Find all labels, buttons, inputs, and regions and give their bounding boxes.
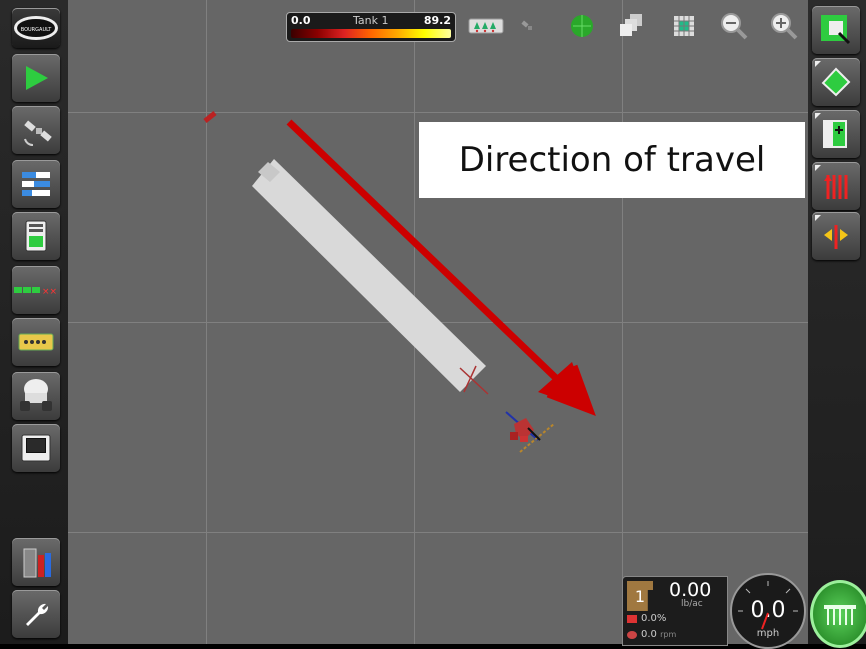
field-add-icon[interactable] — [812, 110, 860, 158]
start-marker — [203, 111, 217, 123]
application-rate-unit: lb/ac — [681, 599, 703, 609]
rpm-icon — [627, 631, 637, 639]
tank-level-gauge[interactable]: 0.0 Tank 1 89.2 — [286, 12, 456, 42]
bourgault-logo-icon[interactable]: BOURGAULT — [12, 8, 60, 48]
expand-corner-icon — [815, 215, 821, 221]
rpm-value: 0.0 — [641, 629, 657, 640]
grid-icon[interactable] — [668, 10, 700, 42]
swath-adjust-icon[interactable] — [812, 212, 860, 260]
boom-sections-icon[interactable] — [12, 318, 60, 366]
expand-corner-icon — [815, 113, 821, 119]
tank-max: 89.2 — [423, 14, 451, 27]
field-map[interactable] — [68, 0, 808, 644]
logo-text: BOURGAULT — [21, 27, 52, 33]
display-screen-icon[interactable] — [12, 424, 60, 472]
zoom-in-icon[interactable] — [768, 10, 800, 42]
boom-master-icon — [824, 605, 856, 625]
expand-corner-icon — [815, 61, 821, 67]
product-number-badge: 1 — [627, 581, 653, 611]
rpm-unit: rpm — [660, 630, 677, 639]
product-status-panel[interactable]: 1 0.00 lb/ac 0.0% 0.0 rpm — [622, 576, 728, 646]
boom-control-icon[interactable] — [466, 10, 506, 42]
speed-unit: mph — [756, 628, 780, 639]
vehicle-position-icon — [505, 411, 555, 453]
application-rate: 0.00 — [669, 579, 712, 601]
direction-of-travel-label: Direction of travel — [419, 122, 805, 198]
logo-oval: BOURGAULT — [14, 16, 58, 40]
rows-icon[interactable] — [812, 162, 860, 210]
tank-gradient-bar — [291, 29, 451, 38]
wrench-icon[interactable] — [12, 590, 60, 638]
layers-icon[interactable] — [614, 10, 646, 42]
logo-inner: BOURGAULT — [17, 19, 55, 37]
master-section-button[interactable] — [810, 580, 866, 648]
tank-min: 0.0 — [291, 14, 311, 27]
rpm-readout: 0.0 rpm — [641, 629, 676, 640]
svg-text:BOURGAULT: BOURGAULT — [21, 27, 52, 33]
vehicle-icon[interactable] — [12, 372, 60, 420]
data-transfer-icon[interactable] — [12, 538, 60, 586]
field-boundary-icon[interactable] — [812, 58, 860, 106]
green-globe-icon[interactable] — [566, 10, 598, 42]
guidance-screen-icon[interactable] — [12, 212, 60, 260]
zoom-out-icon[interactable] — [718, 10, 750, 42]
tank-name: Tank 1 — [353, 14, 389, 27]
speedometer: 0.0 mph — [730, 573, 806, 649]
svg-text:××: ×× — [42, 287, 57, 296]
map-view-icon[interactable] — [812, 6, 860, 54]
map-overlay — [203, 111, 596, 453]
section-status-icon[interactable]: ×× — [12, 266, 60, 314]
percent-value: 0.0% — [641, 613, 667, 624]
gps-signal-icon[interactable] — [512, 10, 544, 42]
expand-corner-icon — [815, 165, 821, 171]
settings-list-icon[interactable] — [12, 160, 60, 208]
percent-icon — [627, 615, 637, 623]
guidance-play-icon[interactable] — [12, 54, 60, 102]
gps-satellite-icon[interactable] — [12, 106, 60, 154]
